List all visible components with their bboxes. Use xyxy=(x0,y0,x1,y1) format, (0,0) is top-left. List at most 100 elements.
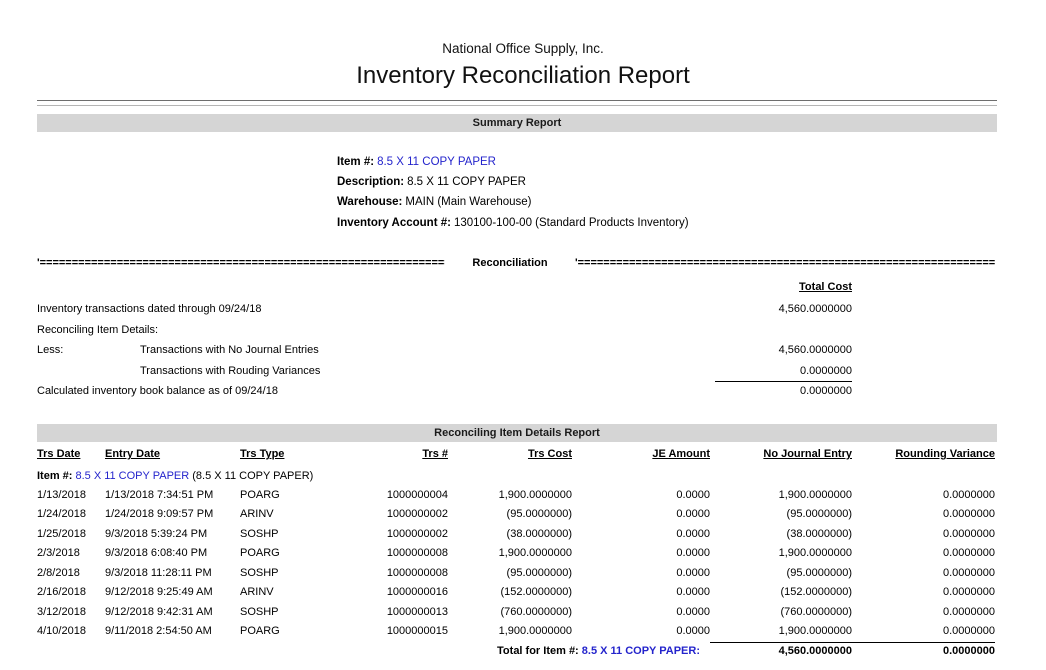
table-cell: (38.0000000) xyxy=(710,528,852,541)
table-cell: 1,900.0000000 xyxy=(710,547,852,560)
divider-rule-left: '=======================================… xyxy=(37,257,445,270)
table-cell: 1,900.0000000 xyxy=(710,489,852,502)
item-link[interactable]: 8.5 X 11 COPY PAPER xyxy=(377,156,496,168)
table-cell: (760.0000000) xyxy=(710,606,852,619)
total-item-link[interactable]: 8.5 X 11 COPY PAPER: xyxy=(582,645,700,657)
field-row: Warehouse:MAIN (Main Warehouse) xyxy=(337,192,689,212)
field-value: 8.5 X 11 COPY PAPER xyxy=(407,176,526,188)
total-cost-header: Total Cost xyxy=(37,281,852,293)
row-label: Transactions with Rouding Variances xyxy=(140,364,320,378)
table-cell: 9/3/2018 6:08:40 PM xyxy=(105,547,240,560)
reconciliation-row: Less:Transactions with No Journal Entrie… xyxy=(37,340,852,361)
field-label: Description: xyxy=(337,176,404,188)
table-cell: 1000000016 xyxy=(330,586,448,599)
table-cell: ARINV xyxy=(240,586,330,599)
row-value: 4,560.0000000 xyxy=(779,343,852,357)
table-cell: 1/24/2018 9:09:57 PM xyxy=(105,508,240,521)
column-header: No Journal Entry xyxy=(710,448,852,461)
table-cell: (95.0000000) xyxy=(448,508,572,521)
table-cell: 9/12/2018 9:42:31 AM xyxy=(105,606,240,619)
table-cell: (152.0000000) xyxy=(710,586,852,599)
row-label: Transactions with No Journal Entries xyxy=(140,343,319,357)
table-cell: 9/3/2018 5:39:24 PM xyxy=(105,528,240,541)
reconciliation-row: Transactions with Rouding Variances 0.000… xyxy=(37,361,852,382)
table-cell: 1/25/2018 xyxy=(37,528,105,541)
table-cell: 1/24/2018 xyxy=(37,508,105,521)
field-row: Description:8.5 X 11 COPY PAPER xyxy=(337,172,689,192)
table-row: 2/16/20189/12/2018 9:25:49 AMARINV100000… xyxy=(37,583,995,602)
table-cell: 1/13/2018 xyxy=(37,489,105,502)
table-cell: 9/3/2018 11:28:11 PM xyxy=(105,567,240,580)
table-cell: 2/8/2018 xyxy=(37,567,105,580)
table-cell: SOSHP xyxy=(240,528,330,541)
table-cell: (95.0000000) xyxy=(710,508,852,521)
row-value: 0.0000000 xyxy=(715,381,852,398)
table-cell: 1000000013 xyxy=(330,606,448,619)
table-row: 1/13/20181/13/2018 7:34:51 PMPOARG100000… xyxy=(37,486,995,505)
field-label: Warehouse: xyxy=(337,196,402,208)
row-value: 0.0000000 xyxy=(800,364,852,378)
table-cell: 0.0000000 xyxy=(852,567,995,580)
table-cell: 9/12/2018 9:25:49 AM xyxy=(105,586,240,599)
table-cell: (95.0000000) xyxy=(710,567,852,580)
total-value-rounding-variance: 0.0000000 xyxy=(852,642,995,658)
details-rows: 1/13/20181/13/2018 7:34:51 PMPOARG100000… xyxy=(37,486,995,642)
table-cell: SOSHP xyxy=(240,567,330,580)
column-header: Trs Type xyxy=(240,448,330,461)
table-cell: (38.0000000) xyxy=(448,528,572,541)
table-cell: ARINV xyxy=(240,508,330,521)
summary-fields: Item #:8.5 X 11 COPY PAPERDescription:8.… xyxy=(337,152,689,233)
table-cell: 0.0000 xyxy=(572,606,710,619)
table-cell: 0.0000000 xyxy=(852,625,995,638)
field-row: Inventory Account #:130100-100-00 (Stand… xyxy=(337,213,689,233)
table-row: 3/12/20189/12/2018 9:42:31 AMSOSHP100000… xyxy=(37,603,995,622)
table-cell: 3/12/2018 xyxy=(37,606,105,619)
table-cell: 1,900.0000000 xyxy=(448,625,572,638)
company-name: National Office Supply, Inc. xyxy=(0,41,1046,56)
table-cell: (95.0000000) xyxy=(448,567,572,580)
report-title: Inventory Reconciliation Report xyxy=(0,62,1046,90)
table-cell: 4/10/2018 xyxy=(37,625,105,638)
column-header: Rounding Variance xyxy=(852,448,995,461)
field-row: Item #:8.5 X 11 COPY PAPER xyxy=(337,152,689,172)
table-row: 1/25/20189/3/2018 5:39:24 PMSOSHP1000000… xyxy=(37,525,995,544)
item-heading-label: Item #: xyxy=(37,470,72,482)
table-cell: 1000000004 xyxy=(330,489,448,502)
table-cell: 1,900.0000000 xyxy=(448,547,572,560)
table-row: 2/3/20189/3/2018 6:08:40 PMPOARG10000000… xyxy=(37,544,995,563)
reconciliation-row: Inventory transactions dated through 09/… xyxy=(37,299,852,320)
table-cell: 0.0000 xyxy=(572,489,710,502)
report-page: National Office Supply, Inc. Inventory R… xyxy=(0,0,1046,670)
table-cell: 1000000002 xyxy=(330,528,448,541)
table-row: 2/8/20189/3/2018 11:28:11 PMSOSHP1000000… xyxy=(37,564,995,583)
field-label: Item #: xyxy=(337,156,374,168)
reconciliation-label: Reconciliation xyxy=(445,257,575,270)
table-cell: 1000000008 xyxy=(330,547,448,560)
reconciliation-divider: '=======================================… xyxy=(37,257,995,270)
table-cell: 0.0000000 xyxy=(852,606,995,619)
table-cell: 1000000002 xyxy=(330,508,448,521)
table-cell: SOSHP xyxy=(240,606,330,619)
reconciliation-row: Reconciling Item Details: xyxy=(37,320,852,341)
column-header: Trs Cost xyxy=(448,448,572,461)
row-value: 4,560.0000000 xyxy=(779,302,852,316)
table-cell: POARG xyxy=(240,625,330,638)
column-header: Trs # xyxy=(330,448,448,461)
table-cell: 9/11/2018 2:54:50 AM xyxy=(105,625,240,638)
table-cell: 0.0000 xyxy=(572,547,710,560)
total-label: Total for Item #: 8.5 X 11 COPY PAPER: xyxy=(37,645,710,658)
item-heading-suffix: (8.5 X 11 COPY PAPER) xyxy=(189,470,313,482)
table-cell: POARG xyxy=(240,547,330,560)
table-cell: 1000000015 xyxy=(330,625,448,638)
table-cell: POARG xyxy=(240,489,330,502)
total-label-prefix: Total for Item #: xyxy=(497,645,579,657)
reconciliation-row: Calculated inventory book balance as of … xyxy=(37,381,852,402)
item-link[interactable]: 8.5 X 11 COPY PAPER xyxy=(75,470,189,482)
table-cell: 1,900.0000000 xyxy=(710,625,852,638)
table-cell: 0.0000000 xyxy=(852,489,995,502)
reconciliation-rows: Inventory transactions dated through 09/… xyxy=(37,299,852,402)
row-label: Calculated inventory book balance as of … xyxy=(37,384,278,398)
total-row: Total for Item #: 8.5 X 11 COPY PAPER: 4… xyxy=(37,642,995,662)
table-cell: 0.0000 xyxy=(572,528,710,541)
table-cell: 0.0000000 xyxy=(852,508,995,521)
